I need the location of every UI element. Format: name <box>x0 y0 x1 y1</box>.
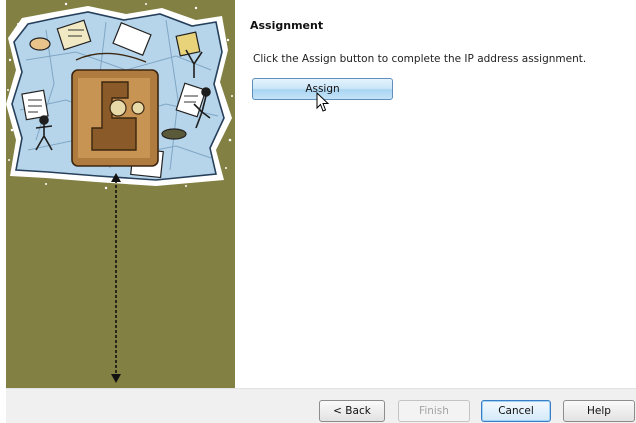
wizard-window: Assignment Click the Assign button to co… <box>0 0 636 423</box>
wizard-content: Assignment Click the Assign button to co… <box>250 0 630 388</box>
finish-button[interactable]: Finish <box>398 400 470 422</box>
double-arrow-icon <box>111 173 121 383</box>
instruction-text: Click the Assign button to complete the … <box>253 53 587 65</box>
wizard-footer: < Back Finish Cancel Help <box>6 388 636 423</box>
help-button[interactable]: Help <box>563 400 635 422</box>
wizard-sidebar <box>6 0 235 388</box>
back-button[interactable]: < Back <box>319 400 385 422</box>
cancel-button[interactable]: Cancel <box>481 400 551 422</box>
page-title: Assignment <box>250 19 324 32</box>
mouse-pointer-icon <box>316 92 330 112</box>
